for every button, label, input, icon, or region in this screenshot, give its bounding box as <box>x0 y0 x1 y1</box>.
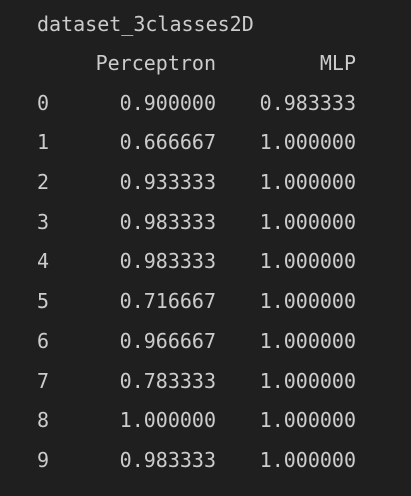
table-row: 4 0.983333 1.000000 <box>0 248 411 288</box>
row-index: 1 <box>37 130 50 155</box>
row-index: 9 <box>37 447 50 472</box>
perceptron-value: 0.716667 <box>119 289 216 314</box>
mlp-value: 1.000000 <box>259 368 356 393</box>
mlp-value: 1.000000 <box>259 170 356 195</box>
mlp-value: 0.983333 <box>259 90 356 115</box>
table-row: 7 0.783333 1.000000 <box>0 368 411 408</box>
row-index: 8 <box>37 408 50 433</box>
row-index: 5 <box>37 289 50 314</box>
perceptron-value: 0.666667 <box>119 130 216 155</box>
mlp-value: 1.000000 <box>259 130 356 155</box>
table-row: 1 0.666667 1.000000 <box>0 129 411 169</box>
perceptron-value: 0.966667 <box>119 328 216 353</box>
perceptron-value: 0.933333 <box>119 170 216 195</box>
row-index: 2 <box>37 170 50 195</box>
table-row: 8 1.000000 1.000000 <box>0 407 411 447</box>
results-table: Perceptron MLP 0 0.900000 0.983333 1 0.6… <box>0 50 411 487</box>
table-header-row: Perceptron MLP <box>0 50 411 90</box>
mlp-value: 1.000000 <box>259 408 356 433</box>
perceptron-value: 1.000000 <box>119 408 216 433</box>
notebook-cell-output: dataset_3classes2D Perceptron MLP 0 0.90… <box>0 0 411 496</box>
table-row: 2 0.933333 1.000000 <box>0 169 411 209</box>
table-row: 5 0.716667 1.000000 <box>0 288 411 328</box>
output-title: dataset_3classes2D <box>37 12 254 36</box>
row-index: 7 <box>37 368 50 393</box>
mlp-value: 1.000000 <box>259 447 356 472</box>
perceptron-value: 0.783333 <box>119 368 216 393</box>
perceptron-value: 0.983333 <box>119 249 216 274</box>
perceptron-value: 0.983333 <box>119 447 216 472</box>
table-row: 3 0.983333 1.000000 <box>0 209 411 249</box>
row-index: 0 <box>37 90 50 115</box>
mlp-value: 1.000000 <box>259 249 356 274</box>
column-header-perceptron: Perceptron <box>95 51 216 75</box>
mlp-value: 1.000000 <box>259 289 356 314</box>
table-row: 6 0.966667 1.000000 <box>0 328 411 368</box>
column-header-mlp: MLP <box>319 51 356 75</box>
row-index: 4 <box>37 249 50 274</box>
row-index: 6 <box>37 328 50 353</box>
mlp-value: 1.000000 <box>259 209 356 234</box>
perceptron-value: 0.900000 <box>119 90 216 115</box>
mlp-value: 1.000000 <box>259 328 356 353</box>
table-row: 0 0.900000 0.983333 <box>0 90 411 130</box>
table-row: 9 0.983333 1.000000 <box>0 447 411 487</box>
row-index: 3 <box>37 209 50 234</box>
perceptron-value: 0.983333 <box>119 209 216 234</box>
